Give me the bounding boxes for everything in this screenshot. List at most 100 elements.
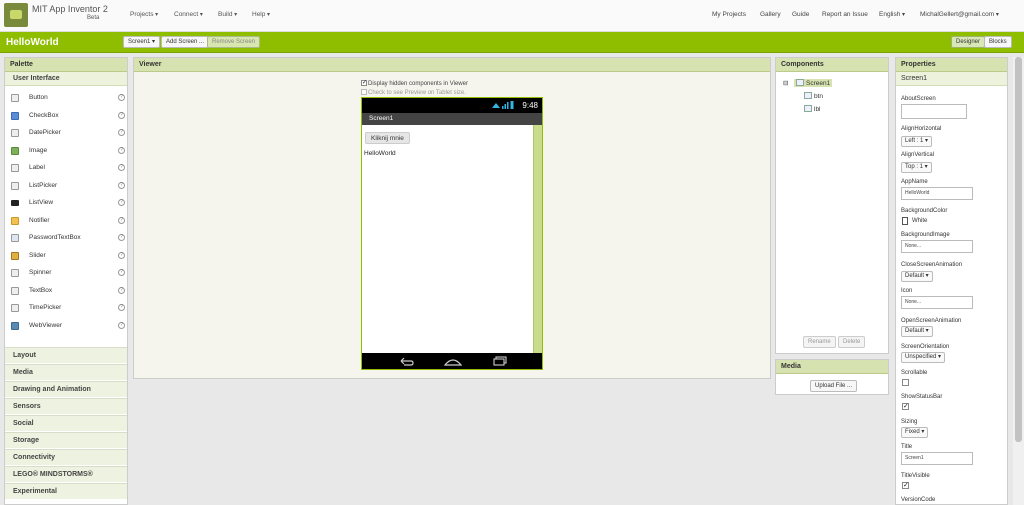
checkbox[interactable]	[361, 89, 367, 95]
palette-item-label: TextBox	[29, 287, 53, 294]
help-icon[interactable]: ?	[118, 287, 125, 294]
help-icon[interactable]: ?	[118, 164, 125, 171]
prop-label-showstatusbar: ShowStatusBar	[901, 394, 943, 400]
prop-label-alignhorizontal: AlignHorizontal	[901, 126, 942, 132]
category-lego-mindstorms[interactable]: LEGO® MINDSTORMS®	[5, 466, 127, 482]
help-icon[interactable]: ?	[118, 199, 125, 206]
spinner-icon	[11, 269, 19, 277]
sizing-select[interactable]: Fixed	[901, 427, 929, 438]
screenorientation-select[interactable]: Unspecified	[901, 352, 946, 363]
help-icon[interactable]: ?	[118, 94, 125, 101]
remove-screen-button[interactable]: Remove Screen	[207, 36, 261, 48]
category-layout[interactable]: Layout	[5, 347, 127, 363]
category-storage[interactable]: Storage	[5, 432, 127, 448]
title-input[interactable]: Screen1	[901, 452, 973, 465]
prop-label-versioncode: VersionCode	[901, 497, 936, 503]
language-menu[interactable]: English	[879, 11, 905, 18]
tablet-preview-toggle[interactable]: Check to see Preview on Tablet size.	[361, 89, 466, 96]
menu-help[interactable]: Help	[252, 11, 270, 18]
help-icon[interactable]: ?	[118, 304, 125, 311]
color-swatch[interactable]	[902, 217, 908, 225]
category-user-interface[interactable]: User Interface	[5, 72, 127, 86]
scrollable-checkbox[interactable]	[902, 379, 909, 386]
page-scrollbar[interactable]	[1013, 57, 1024, 505]
slider-icon	[11, 252, 19, 260]
titlevisible-checkbox[interactable]	[902, 481, 909, 489]
display-hidden-toggle[interactable]: Display hidden components in Viewer	[361, 79, 468, 87]
add-screen-button[interactable]: Add Screen ...	[161, 36, 210, 48]
category-drawing-animation[interactable]: Drawing and Animation	[5, 381, 127, 397]
help-icon[interactable]: ?	[118, 129, 125, 136]
scrollbar-thumb[interactable]	[1015, 57, 1022, 442]
phone-nav-bar	[362, 353, 542, 369]
palette-item-listview[interactable]: ListView ?	[5, 195, 127, 212]
icon-picker[interactable]: None...	[901, 296, 973, 309]
palette-item-label: ListView	[29, 199, 54, 206]
category-sensors[interactable]: Sensors	[5, 398, 127, 414]
upload-file-button[interactable]: Upload File ...	[810, 380, 858, 392]
checkbox[interactable]	[361, 79, 367, 86]
delete-button[interactable]: Delete	[838, 336, 866, 348]
rename-button[interactable]: Rename	[803, 336, 836, 348]
menu-projects[interactable]: Projects	[130, 11, 158, 18]
link-report-issue[interactable]: Report an Issue	[822, 11, 868, 18]
help-icon[interactable]: ?	[118, 234, 125, 241]
blocks-button[interactable]: Blocks	[984, 36, 1012, 48]
palette-item-datepicker[interactable]: DatePicker ?	[5, 125, 127, 142]
showstatusbar-checkbox[interactable]	[902, 402, 909, 410]
phone-label-helloworld[interactable]: HelloWorld	[364, 150, 396, 157]
phone-scrollbar[interactable]	[533, 125, 542, 353]
user-menu[interactable]: MichalGellert@gmail.com	[920, 11, 999, 18]
link-guide[interactable]: Guide	[792, 11, 809, 18]
prop-label-alignvertical: AlignVertical	[901, 152, 935, 158]
app-title[interactable]: MIT App Inventor 2	[32, 4, 108, 14]
category-connectivity[interactable]: Connectivity	[5, 449, 127, 465]
tree-item-screen1[interactable]: Screen1	[794, 79, 833, 87]
calendar-icon	[11, 129, 19, 137]
openscreenanimation-select[interactable]: Default	[901, 326, 933, 337]
tree-item-btn[interactable]: btn	[804, 92, 823, 100]
backgroundcolor-value[interactable]: White	[912, 218, 927, 224]
tree-collapse-icon[interactable]: ⊟	[783, 79, 788, 87]
palette-item-timepicker[interactable]: TimePicker ?	[5, 300, 127, 317]
link-gallery[interactable]: Gallery	[760, 11, 781, 18]
palette-item-passwordtextbox[interactable]: PasswordTextBox ?	[5, 230, 127, 247]
alignhorizontal-select[interactable]: Left : 1	[901, 136, 933, 147]
palette-item-notifier[interactable]: Notifier ?	[5, 213, 127, 230]
palette-item-checkbox[interactable]: CheckBox ?	[5, 108, 127, 125]
palette-item-spinner[interactable]: Spinner ?	[5, 265, 127, 282]
help-icon[interactable]: ?	[118, 147, 125, 154]
help-icon[interactable]: ?	[118, 112, 125, 119]
palette-item-label[interactable]: Label ?	[5, 160, 127, 177]
palette-item-image[interactable]: Image ?	[5, 143, 127, 160]
appname-input[interactable]: HelloWorld	[901, 187, 973, 200]
tree-item-lbl[interactable]: lbl	[804, 105, 821, 113]
closescreenanimation-select[interactable]: Default	[901, 271, 933, 282]
palette-item-slider[interactable]: Slider ?	[5, 248, 127, 265]
menu-build[interactable]: Build	[218, 11, 237, 18]
link-my-projects[interactable]: My Projects	[712, 11, 746, 18]
screen-select-button[interactable]: Screen1	[123, 36, 161, 48]
alignvertical-select[interactable]: Top : 1	[901, 162, 932, 173]
help-icon[interactable]: ?	[118, 217, 125, 224]
components-title: Components	[776, 58, 888, 72]
palette-item-button[interactable]: Button ?	[5, 90, 127, 107]
category-media[interactable]: Media	[5, 364, 127, 380]
backgroundimage-picker[interactable]: None...	[901, 240, 973, 253]
palette-item-webviewer[interactable]: WebViewer ?	[5, 318, 127, 335]
aboutscreen-textarea[interactable]	[901, 104, 967, 119]
help-icon[interactable]: ?	[118, 252, 125, 259]
help-icon[interactable]: ?	[118, 322, 125, 329]
palette-item-listpicker[interactable]: ListPicker ?	[5, 178, 127, 195]
help-icon[interactable]: ?	[118, 269, 125, 276]
phone-button-kliknij[interactable]: Kliknij mnie	[365, 132, 410, 144]
category-social[interactable]: Social	[5, 415, 127, 431]
app-inventor-logo-icon[interactable]	[4, 3, 28, 27]
designer-button[interactable]: Designer	[951, 36, 986, 48]
help-icon[interactable]: ?	[118, 182, 125, 189]
menu-connect[interactable]: Connect	[174, 11, 203, 18]
top-nav: MIT App Inventor 2 Beta Projects Connect…	[0, 0, 1024, 32]
phone-title-bar: Screen1	[362, 113, 542, 125]
category-experimental[interactable]: Experimental	[5, 483, 127, 499]
palette-item-textbox[interactable]: TextBox ?	[5, 283, 127, 300]
